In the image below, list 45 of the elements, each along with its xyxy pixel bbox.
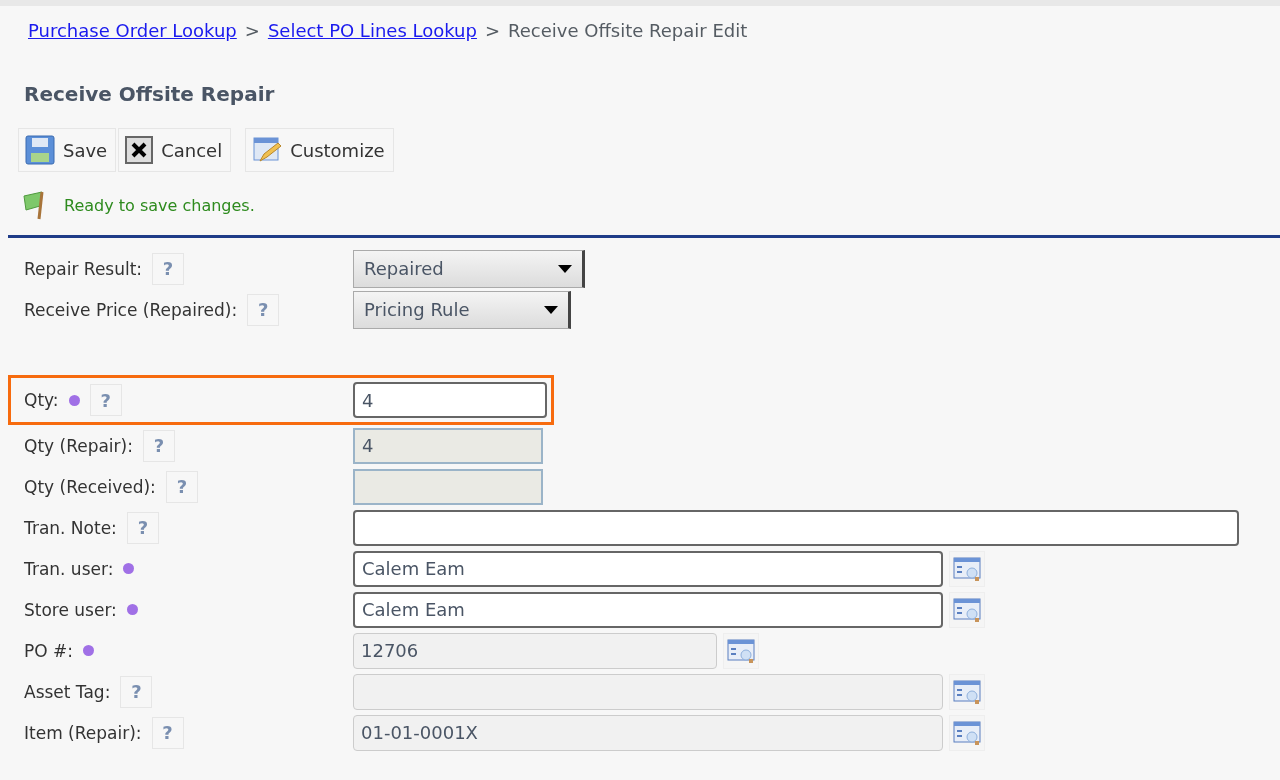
field-label: Receive Price (Repaired): [24, 299, 238, 320]
pencil-on-window-icon [252, 135, 283, 165]
field-label: PO #: [24, 640, 73, 661]
field-label: Qty (Received): [24, 476, 156, 497]
lookup-window-icon [953, 596, 981, 623]
caret-icon [558, 264, 572, 273]
lookup-window-icon [727, 637, 755, 664]
input-field[interactable]: 12706 [353, 632, 717, 669]
caret-icon [544, 305, 558, 314]
input-field[interactable]: Calem Eam [353, 591, 943, 628]
lookup-button[interactable] [949, 550, 985, 587]
field-label: Store user: [24, 599, 117, 620]
save-button[interactable]: Save [18, 128, 117, 172]
dropdown[interactable]: Pricing Rule [353, 290, 571, 329]
field-label: Tran. user: [24, 558, 114, 579]
lookup-button[interactable] [949, 591, 985, 628]
customize-button[interactable]: Customize [245, 128, 394, 172]
input-field[interactable] [353, 468, 543, 505]
cancel-button[interactable]: Cancel [118, 128, 232, 172]
status-message: Ready to save changes. [64, 195, 255, 215]
breadcrumb-link[interactable]: Purchase Order Lookup [28, 19, 237, 41]
breadcrumb-current: Receive Offsite Repair Edit [508, 19, 748, 41]
lookup-window-icon [953, 555, 981, 582]
dropdown[interactable]: Repaired [353, 249, 585, 288]
field-label: Tran. Note: [24, 517, 117, 538]
lookup-button[interactable] [949, 673, 985, 710]
input-field[interactable]: 01-01-0001X [353, 714, 943, 751]
page-title: Receive Offsite Repair [24, 81, 276, 108]
lookup-button[interactable] [949, 714, 985, 751]
field-label: Asset Tag: [24, 681, 111, 702]
breadcrumb-separator: > [484, 19, 501, 41]
input-field[interactable]: 4 [353, 382, 547, 418]
breadcrumb-link[interactable]: Select PO Lines Lookup [267, 19, 477, 41]
field-label: Item (Repair): [24, 722, 142, 743]
field-label: Qty (Repair): [24, 435, 133, 456]
breadcrumb-separator: > [244, 19, 260, 41]
lookup-window-icon [953, 719, 981, 746]
field-label: Qty: [24, 390, 59, 410]
lookup-window-icon [953, 678, 981, 705]
close-icon [125, 136, 154, 164]
input-field[interactable]: 4 [353, 427, 543, 464]
field-label: Repair Result: [24, 258, 143, 279]
input-field[interactable] [353, 509, 1239, 546]
lookup-button[interactable] [723, 632, 759, 669]
input-field[interactable]: Calem Eam [353, 550, 943, 587]
